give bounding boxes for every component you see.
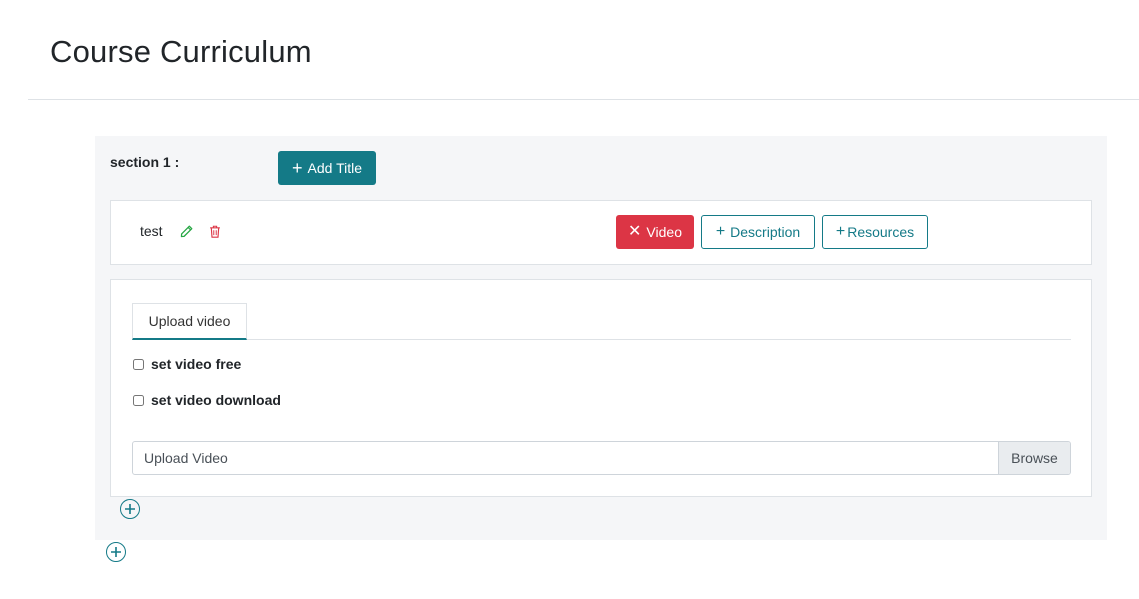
set-video-free-checkbox[interactable] [133,358,144,370]
add-title-label: Add Title [307,160,362,176]
plus-icon: + [292,158,303,178]
page-title: Course Curriculum [50,34,312,69]
video-upload-panel: Upload video set video free set video do… [110,279,1092,497]
upload-video-input[interactable]: Upload Video Browse [132,441,1071,475]
header-divider [28,99,1139,100]
set-video-free-label: set video free [151,356,242,372]
upload-video-placeholder[interactable]: Upload Video [133,442,998,474]
upload-tab-bar: Upload video [132,303,1071,340]
description-label: Description [730,224,801,240]
lecture-card: test ✕ Video + Description + Resources [110,200,1092,265]
curriculum-section: section 1 : + Add Title test ✕ Video + D… [95,136,1107,540]
x-icon: ✕ [628,223,642,240]
set-video-download-option[interactable]: set video download [133,392,281,408]
trash-icon[interactable] [209,225,221,238]
tab-upload-video[interactable]: Upload video [132,303,247,340]
lecture-name: test [140,223,163,239]
add-title-button[interactable]: + Add Title [278,151,376,185]
plus-icon: + [715,223,726,240]
add-lecture-button[interactable] [120,499,140,519]
browse-button[interactable]: Browse [998,442,1070,474]
resources-button[interactable]: + Resources [822,215,928,249]
video-button[interactable]: ✕ Video [616,215,694,249]
pencil-icon[interactable] [180,225,193,238]
add-section-button[interactable] [106,542,126,562]
description-button[interactable]: + Description [701,215,815,249]
section-label: section 1 : [110,154,180,170]
set-video-free-option[interactable]: set video free [133,356,241,372]
video-label: Video [646,224,682,240]
set-video-download-label: set video download [151,392,281,408]
set-video-download-checkbox[interactable] [133,394,144,406]
plus-icon: + [835,223,846,240]
plus-icon [125,504,135,514]
resources-label: Resources [847,224,915,240]
plus-icon [111,547,121,557]
